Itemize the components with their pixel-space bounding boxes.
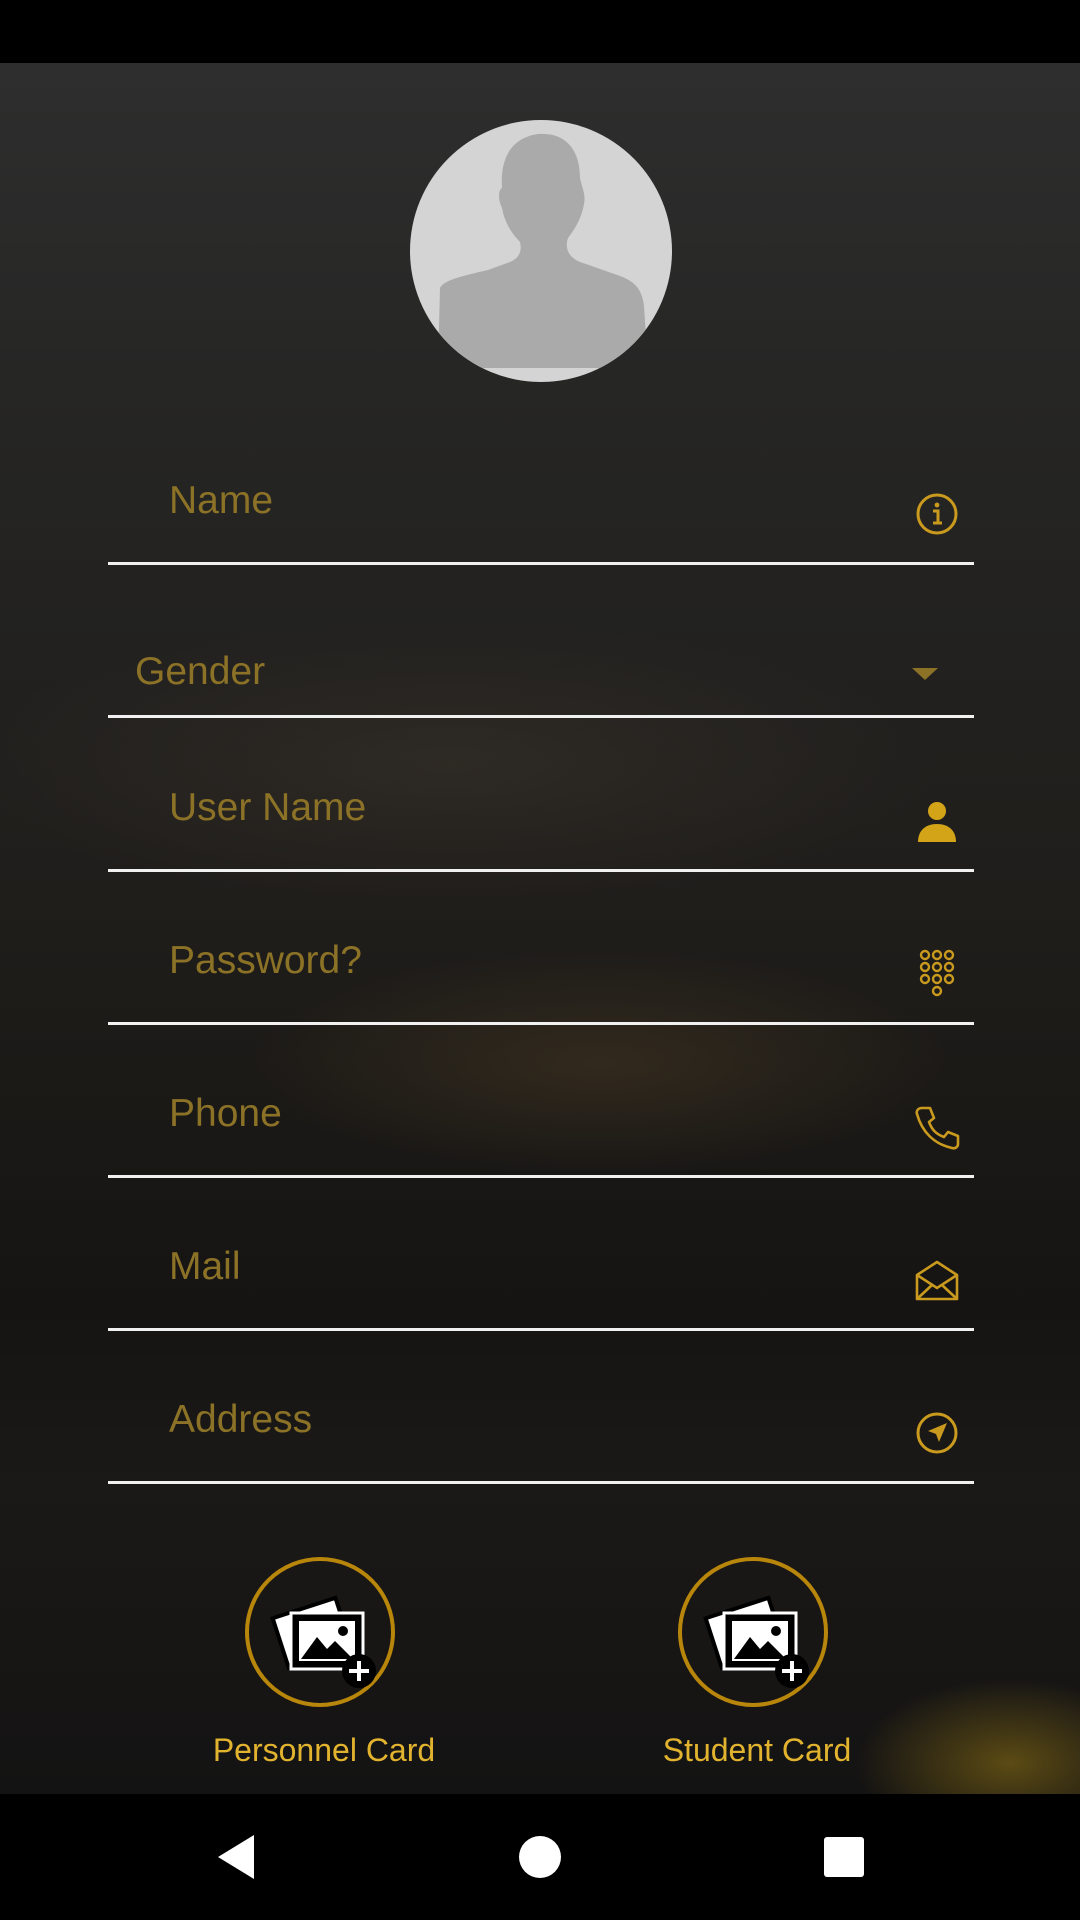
mail-underline: [108, 1328, 974, 1331]
personnel-card-button[interactable]: [245, 1557, 395, 1707]
student-card-button[interactable]: [678, 1557, 828, 1707]
mail-placeholder: Mail: [169, 1245, 241, 1288]
username-placeholder: User Name: [169, 786, 367, 829]
name-underline: [108, 562, 974, 565]
profile-silhouette-icon: [438, 133, 648, 368]
gender-placeholder: Gender: [135, 650, 266, 693]
add-photo-icon: [270, 1595, 376, 1688]
keypad-icon: [919, 949, 955, 997]
navigation-icon: [916, 1412, 958, 1454]
phone-field[interactable]: Phone: [108, 1090, 974, 1178]
mail-field[interactable]: Mail: [108, 1243, 974, 1331]
address-field[interactable]: Address: [108, 1396, 974, 1484]
gender-underline: [108, 715, 974, 718]
personnel-card-label: Personnel Card: [212, 1732, 436, 1768]
password-underline: [108, 1022, 974, 1025]
gender-dropdown[interactable]: Gender: [108, 630, 974, 718]
dropdown-arrow-icon: [912, 668, 938, 680]
person-icon: [918, 802, 956, 842]
student-card-label: Student Card: [662, 1732, 852, 1768]
address-placeholder: Address: [169, 1398, 313, 1441]
phone-placeholder: Phone: [169, 1092, 282, 1135]
phone-icon: [915, 1106, 960, 1150]
name-field[interactable]: Name: [108, 477, 974, 565]
home-circle-icon[interactable]: [510, 1827, 570, 1887]
mail-icon: [915, 1260, 959, 1301]
password-placeholder: Password?: [169, 939, 362, 982]
recents-square-icon[interactable]: [814, 1827, 874, 1887]
phone-underline: [108, 1175, 974, 1178]
info-icon: [916, 493, 958, 535]
add-photo-icon: [703, 1595, 809, 1688]
profile-avatar[interactable]: [410, 120, 672, 382]
password-field[interactable]: Password?: [108, 937, 974, 1025]
username-underline: [108, 869, 974, 872]
name-placeholder: Name: [169, 479, 274, 522]
registration-form-screen: Name Gender User Name Password? Phone Ma…: [0, 63, 1080, 1794]
username-field[interactable]: User Name: [108, 784, 974, 872]
back-triangle-icon[interactable]: [208, 1827, 268, 1887]
navigation-bar: [0, 1794, 1080, 1920]
status-bar: [0, 0, 1080, 63]
address-underline: [108, 1481, 974, 1484]
